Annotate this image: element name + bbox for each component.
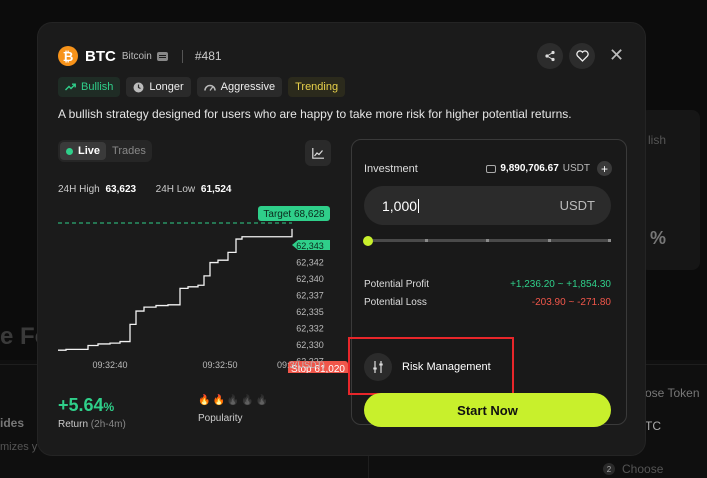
tag-bullish: Bullish: [58, 77, 121, 97]
share-icon: [545, 50, 555, 62]
background-text: ose Token: [645, 386, 700, 400]
add-funds-button[interactable]: +: [597, 161, 612, 176]
live-dot-icon: [66, 147, 73, 155]
high-label: 24H High: [58, 184, 100, 195]
chart-tab-switch: Live Trades: [58, 140, 152, 162]
y-tick-label: 62,335: [296, 307, 324, 317]
return-stat: +5.64% Return (2h-4m): [58, 395, 126, 430]
clock-icon: [133, 82, 144, 92]
x-tick-label: 09:3(USDT): [277, 360, 325, 370]
flame-icon: 🔥: [241, 395, 254, 406]
x-tick-label: 09:32:40: [92, 360, 127, 370]
y-tick-label: 62,337: [296, 291, 324, 301]
strategy-modal: ₿ BTC Bitcoin #481 ✕ Bullish Longer Aggr…: [38, 23, 645, 455]
start-now-button[interactable]: Start Now: [364, 393, 611, 427]
wallet-icon: [486, 164, 497, 173]
divider: [181, 49, 183, 63]
price-chart: Target 68,628 62,343 62,342 62,340 62,337 62,…: [58, 206, 348, 373]
flame-icon: 🔥: [226, 395, 240, 406]
risk-management-highlight[interactable]: Risk Management: [348, 337, 514, 395]
speedometer-icon: [203, 84, 216, 91]
strategy-description: A bullish strategy designed for users wh…: [58, 107, 572, 121]
x-tick-label: 09:32:50: [202, 360, 237, 370]
close-icon[interactable]: ✕: [609, 45, 624, 65]
low-value: 61,524: [200, 184, 232, 195]
x-axis: 09:32:40 09:32:50 09:3(USDT): [92, 360, 325, 370]
tag-trending: Trending: [288, 77, 346, 97]
trend-up-icon: [65, 83, 76, 91]
chart-view-button[interactable]: [305, 140, 331, 166]
price-stats: 24H High 63,623 24H Low 61,524: [58, 184, 231, 195]
chart-icon: [312, 147, 324, 159]
return-label: Return (2h-4m): [58, 419, 126, 430]
y-tick-label: 62,340: [296, 274, 324, 284]
background-text: ides: [0, 416, 25, 430]
balance: 9,890,706.67 USDT: [486, 163, 590, 174]
background-text: %: [650, 228, 667, 248]
y-tick-label: 62,342: [296, 258, 324, 268]
bitcoin-logo-icon: ₿: [58, 46, 78, 66]
share-button[interactable]: [537, 43, 563, 69]
popularity-label: Popularity: [198, 413, 243, 424]
high-value: 63,623: [105, 184, 137, 195]
modal-header: ₿ BTC Bitcoin #481: [58, 45, 222, 67]
strategy-tags: Bullish Longer Aggressive Trending: [58, 77, 346, 97]
tab-trades[interactable]: Trades: [112, 145, 146, 157]
background-text: Choose Directio: [622, 462, 664, 478]
potential-profit-row: Potential Profit +1,236.20 ~ +1,854.30: [364, 279, 611, 290]
background-text: TC: [645, 419, 661, 433]
tag-longer: Longer: [126, 77, 191, 97]
return-value: +5.64%: [58, 395, 115, 415]
tag-aggressive: Aggressive: [196, 77, 283, 97]
y-tick-label: 62,343: [296, 241, 324, 251]
sliders-icon: [364, 353, 392, 381]
potential-loss-row: Potential Loss -203.90 ~ -271.80: [364, 297, 611, 308]
coin-symbol: BTC: [85, 47, 116, 65]
popularity-rating: 🔥 🔥 🔥 🔥 🔥: [198, 395, 268, 406]
background-step-number: 2: [603, 463, 615, 475]
risk-management-button[interactable]: Risk Management: [364, 353, 491, 381]
target-label: Target 68,628: [263, 209, 325, 220]
background-text: mizes y: [0, 441, 38, 453]
coin-name: Bitcoin: [121, 50, 152, 62]
price-line: [58, 228, 293, 351]
favorite-button[interactable]: [569, 43, 595, 69]
background-text: lish: [648, 133, 667, 147]
heart-icon: [575, 50, 589, 62]
flame-icon: 🔥: [198, 395, 211, 406]
investment-label: Investment: [364, 163, 418, 175]
message-icon[interactable]: [156, 51, 168, 61]
y-tick-label: 62,330: [296, 340, 324, 350]
popularity-stat: 🔥 🔥 🔥 🔥 🔥 Popularity: [198, 395, 268, 424]
slider-handle[interactable]: [363, 236, 373, 246]
flame-icon: 🔥: [255, 395, 269, 406]
y-tick-label: 62,332: [296, 324, 324, 334]
flame-icon: 🔥: [212, 395, 225, 406]
low-label: 24H Low: [155, 184, 196, 195]
strategy-id: #481: [194, 49, 222, 63]
investment-input[interactable]: 1,000 USDT: [364, 186, 611, 225]
tab-live[interactable]: Live: [60, 142, 107, 160]
investment-slider[interactable]: [363, 236, 611, 246]
